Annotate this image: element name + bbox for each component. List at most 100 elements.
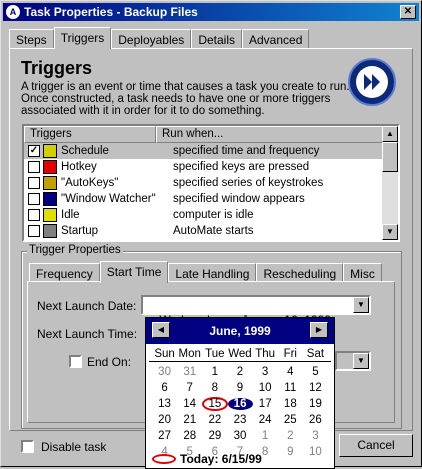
column-header-run-when[interactable]: Run when... bbox=[156, 126, 384, 143]
hotkey-icon bbox=[43, 160, 57, 174]
calendar-day[interactable]: 11 bbox=[278, 382, 303, 394]
calendar-day[interactable]: 21 bbox=[177, 414, 202, 426]
calendar-day[interactable]: 28 bbox=[177, 430, 202, 442]
tab-triggers[interactable]: Triggers bbox=[53, 27, 112, 49]
trigger-row[interactable]: Hotkey specified keys are pressed bbox=[24, 159, 398, 175]
end-on-label: End On: bbox=[87, 355, 132, 369]
tab-misc[interactable]: Misc bbox=[343, 263, 382, 283]
calendar-day[interactable]: 12 bbox=[303, 382, 328, 394]
trigger-list[interactable]: Triggers Run when... ✓ Schedule specified … bbox=[22, 124, 400, 242]
tab-rescheduling[interactable]: Rescheduling bbox=[256, 263, 344, 283]
calendar-day[interactable]: 2 bbox=[227, 366, 252, 378]
column-header-triggers[interactable]: Triggers bbox=[24, 126, 156, 143]
today-ring-icon bbox=[152, 454, 176, 464]
weekday-label: Sat bbox=[306, 348, 325, 360]
trigger-name: "AutoKeys" bbox=[61, 177, 119, 189]
calendar-today-text: Today: 6/15/99 bbox=[180, 452, 262, 466]
trigger-checkbox[interactable] bbox=[28, 193, 40, 205]
monitor-icon bbox=[43, 208, 57, 222]
calendar-day[interactable]: 6 bbox=[152, 382, 177, 394]
end-on-date-field[interactable]: ▼ bbox=[335, 351, 371, 371]
trigger-run-when: AutoMate starts bbox=[173, 225, 254, 237]
trigger-row[interactable]: Idle computer is idle bbox=[24, 207, 398, 223]
calendar-week: 20 21 22 23 24 25 26 bbox=[152, 412, 328, 428]
close-icon[interactable]: ✕ bbox=[400, 5, 416, 19]
calendar-day[interactable]: 18 bbox=[278, 398, 303, 410]
end-on-checkbox[interactable] bbox=[69, 355, 82, 368]
trigger-name: Idle bbox=[61, 209, 80, 221]
calendar-day[interactable]: 24 bbox=[253, 414, 278, 426]
date-picker-calendar[interactable]: ◀ June, 1999 ▶ Sun Mon Tue Wed Thu Fri Sat 30 3… bbox=[145, 317, 335, 469]
calendar-day[interactable]: 27 bbox=[152, 430, 177, 442]
automate-logo-icon bbox=[348, 58, 396, 106]
section-description: A trigger is an event or time that cause… bbox=[21, 81, 350, 117]
calendar-day[interactable]: 30 bbox=[152, 366, 177, 378]
calendar-day[interactable]: 13 bbox=[152, 398, 177, 410]
tab-advanced[interactable]: Advanced bbox=[242, 29, 310, 49]
trigger-checkbox[interactable] bbox=[28, 177, 40, 189]
tab-details[interactable]: Details bbox=[191, 29, 242, 49]
scroll-down-icon[interactable]: ▼ bbox=[382, 224, 398, 240]
window-icon bbox=[43, 192, 57, 206]
calendar-today-link[interactable]: Today: 6/15/99 bbox=[152, 452, 262, 466]
chevron-down-icon[interactable]: ▼ bbox=[353, 353, 369, 369]
calendar-day[interactable]: 3 bbox=[253, 366, 278, 378]
calendar-week: 13 14 15 16 17 18 19 bbox=[152, 396, 328, 412]
calendar-day[interactable]: 31 bbox=[177, 366, 202, 378]
calendar-day[interactable]: 16 bbox=[227, 398, 253, 410]
disable-task-label: Disable task bbox=[41, 440, 107, 454]
disable-task-checkbox[interactable] bbox=[21, 440, 34, 453]
title-bar[interactable]: A Task Properties - Backup Files ✕ bbox=[3, 3, 419, 21]
next-launch-date-field[interactable]: Wednesday, June 16, 1999 ▼ bbox=[141, 295, 371, 327]
next-month-icon[interactable]: ▶ bbox=[310, 322, 328, 338]
trigger-row[interactable]: "Window Watcher" specified window appears bbox=[24, 191, 398, 207]
calendar-day[interactable]: 15 bbox=[202, 397, 228, 411]
calendar-day[interactable]: 8 bbox=[202, 382, 227, 394]
calendar-day[interactable]: 9 bbox=[227, 382, 252, 394]
cancel-button[interactable]: Cancel bbox=[339, 434, 413, 457]
calendar-day[interactable]: 5 bbox=[303, 366, 328, 378]
tab-steps[interactable]: Steps bbox=[9, 29, 54, 49]
trigger-name: Startup bbox=[61, 225, 99, 237]
calendar-day[interactable]: 7 bbox=[177, 382, 202, 394]
tab-late-handling[interactable]: Late Handling bbox=[168, 263, 257, 283]
calendar-day[interactable]: 10 bbox=[253, 382, 278, 394]
trigger-checkbox[interactable] bbox=[28, 161, 40, 173]
chevron-down-icon[interactable]: ▼ bbox=[353, 297, 369, 313]
calendar-day[interactable]: 23 bbox=[227, 414, 252, 426]
calendar-day[interactable]: 1 bbox=[253, 430, 278, 442]
tab-frequency[interactable]: Frequency bbox=[29, 263, 100, 283]
weekday-label: Tue bbox=[205, 348, 225, 360]
trigger-name: Schedule bbox=[61, 145, 109, 157]
calendar-day[interactable]: 14 bbox=[177, 398, 202, 410]
calendar-day[interactable]: 22 bbox=[202, 414, 227, 426]
calendar-day[interactable]: 17 bbox=[253, 398, 278, 410]
trigger-row[interactable]: Startup AutoMate starts bbox=[24, 223, 398, 239]
calendar-day[interactable]: 29 bbox=[202, 430, 227, 442]
trigger-row[interactable]: "AutoKeys" specified series of keystrokes bbox=[24, 175, 398, 191]
calendar-day[interactable]: 9 bbox=[278, 446, 303, 458]
calendar-day[interactable]: 3 bbox=[303, 430, 328, 442]
calendar-day[interactable]: 20 bbox=[152, 414, 177, 426]
trigger-checkbox[interactable] bbox=[28, 209, 40, 221]
trigger-list-scrollbar[interactable]: ▲ ▼ bbox=[382, 126, 398, 240]
calendar-day[interactable]: 10 bbox=[303, 446, 328, 458]
trigger-checkbox[interactable] bbox=[28, 225, 40, 237]
calendar-month-title: June, 1999 bbox=[209, 324, 271, 338]
tab-deployables[interactable]: Deployables bbox=[111, 29, 192, 49]
trigger-checkbox[interactable]: ✓ bbox=[28, 145, 40, 157]
calendar-day[interactable]: 4 bbox=[278, 366, 303, 378]
trigger-row[interactable]: ✓ Schedule specified time and frequency bbox=[24, 143, 398, 159]
calendar-day[interactable]: 2 bbox=[278, 430, 303, 442]
tab-start-time[interactable]: Start Time bbox=[99, 261, 169, 283]
weekday-label: Mon bbox=[178, 348, 201, 360]
calendar-day[interactable]: 26 bbox=[303, 414, 328, 426]
trigger-run-when: computer is idle bbox=[173, 209, 254, 221]
scroll-up-icon[interactable]: ▲ bbox=[382, 126, 398, 142]
next-launch-time-label: Next Launch Time: bbox=[37, 327, 138, 341]
calendar-day[interactable]: 19 bbox=[303, 398, 328, 410]
scroll-thumb[interactable] bbox=[382, 142, 398, 172]
calendar-day[interactable]: 1 bbox=[202, 366, 227, 378]
calendar-day[interactable]: 30 bbox=[227, 430, 252, 442]
calendar-day[interactable]: 25 bbox=[278, 414, 303, 426]
